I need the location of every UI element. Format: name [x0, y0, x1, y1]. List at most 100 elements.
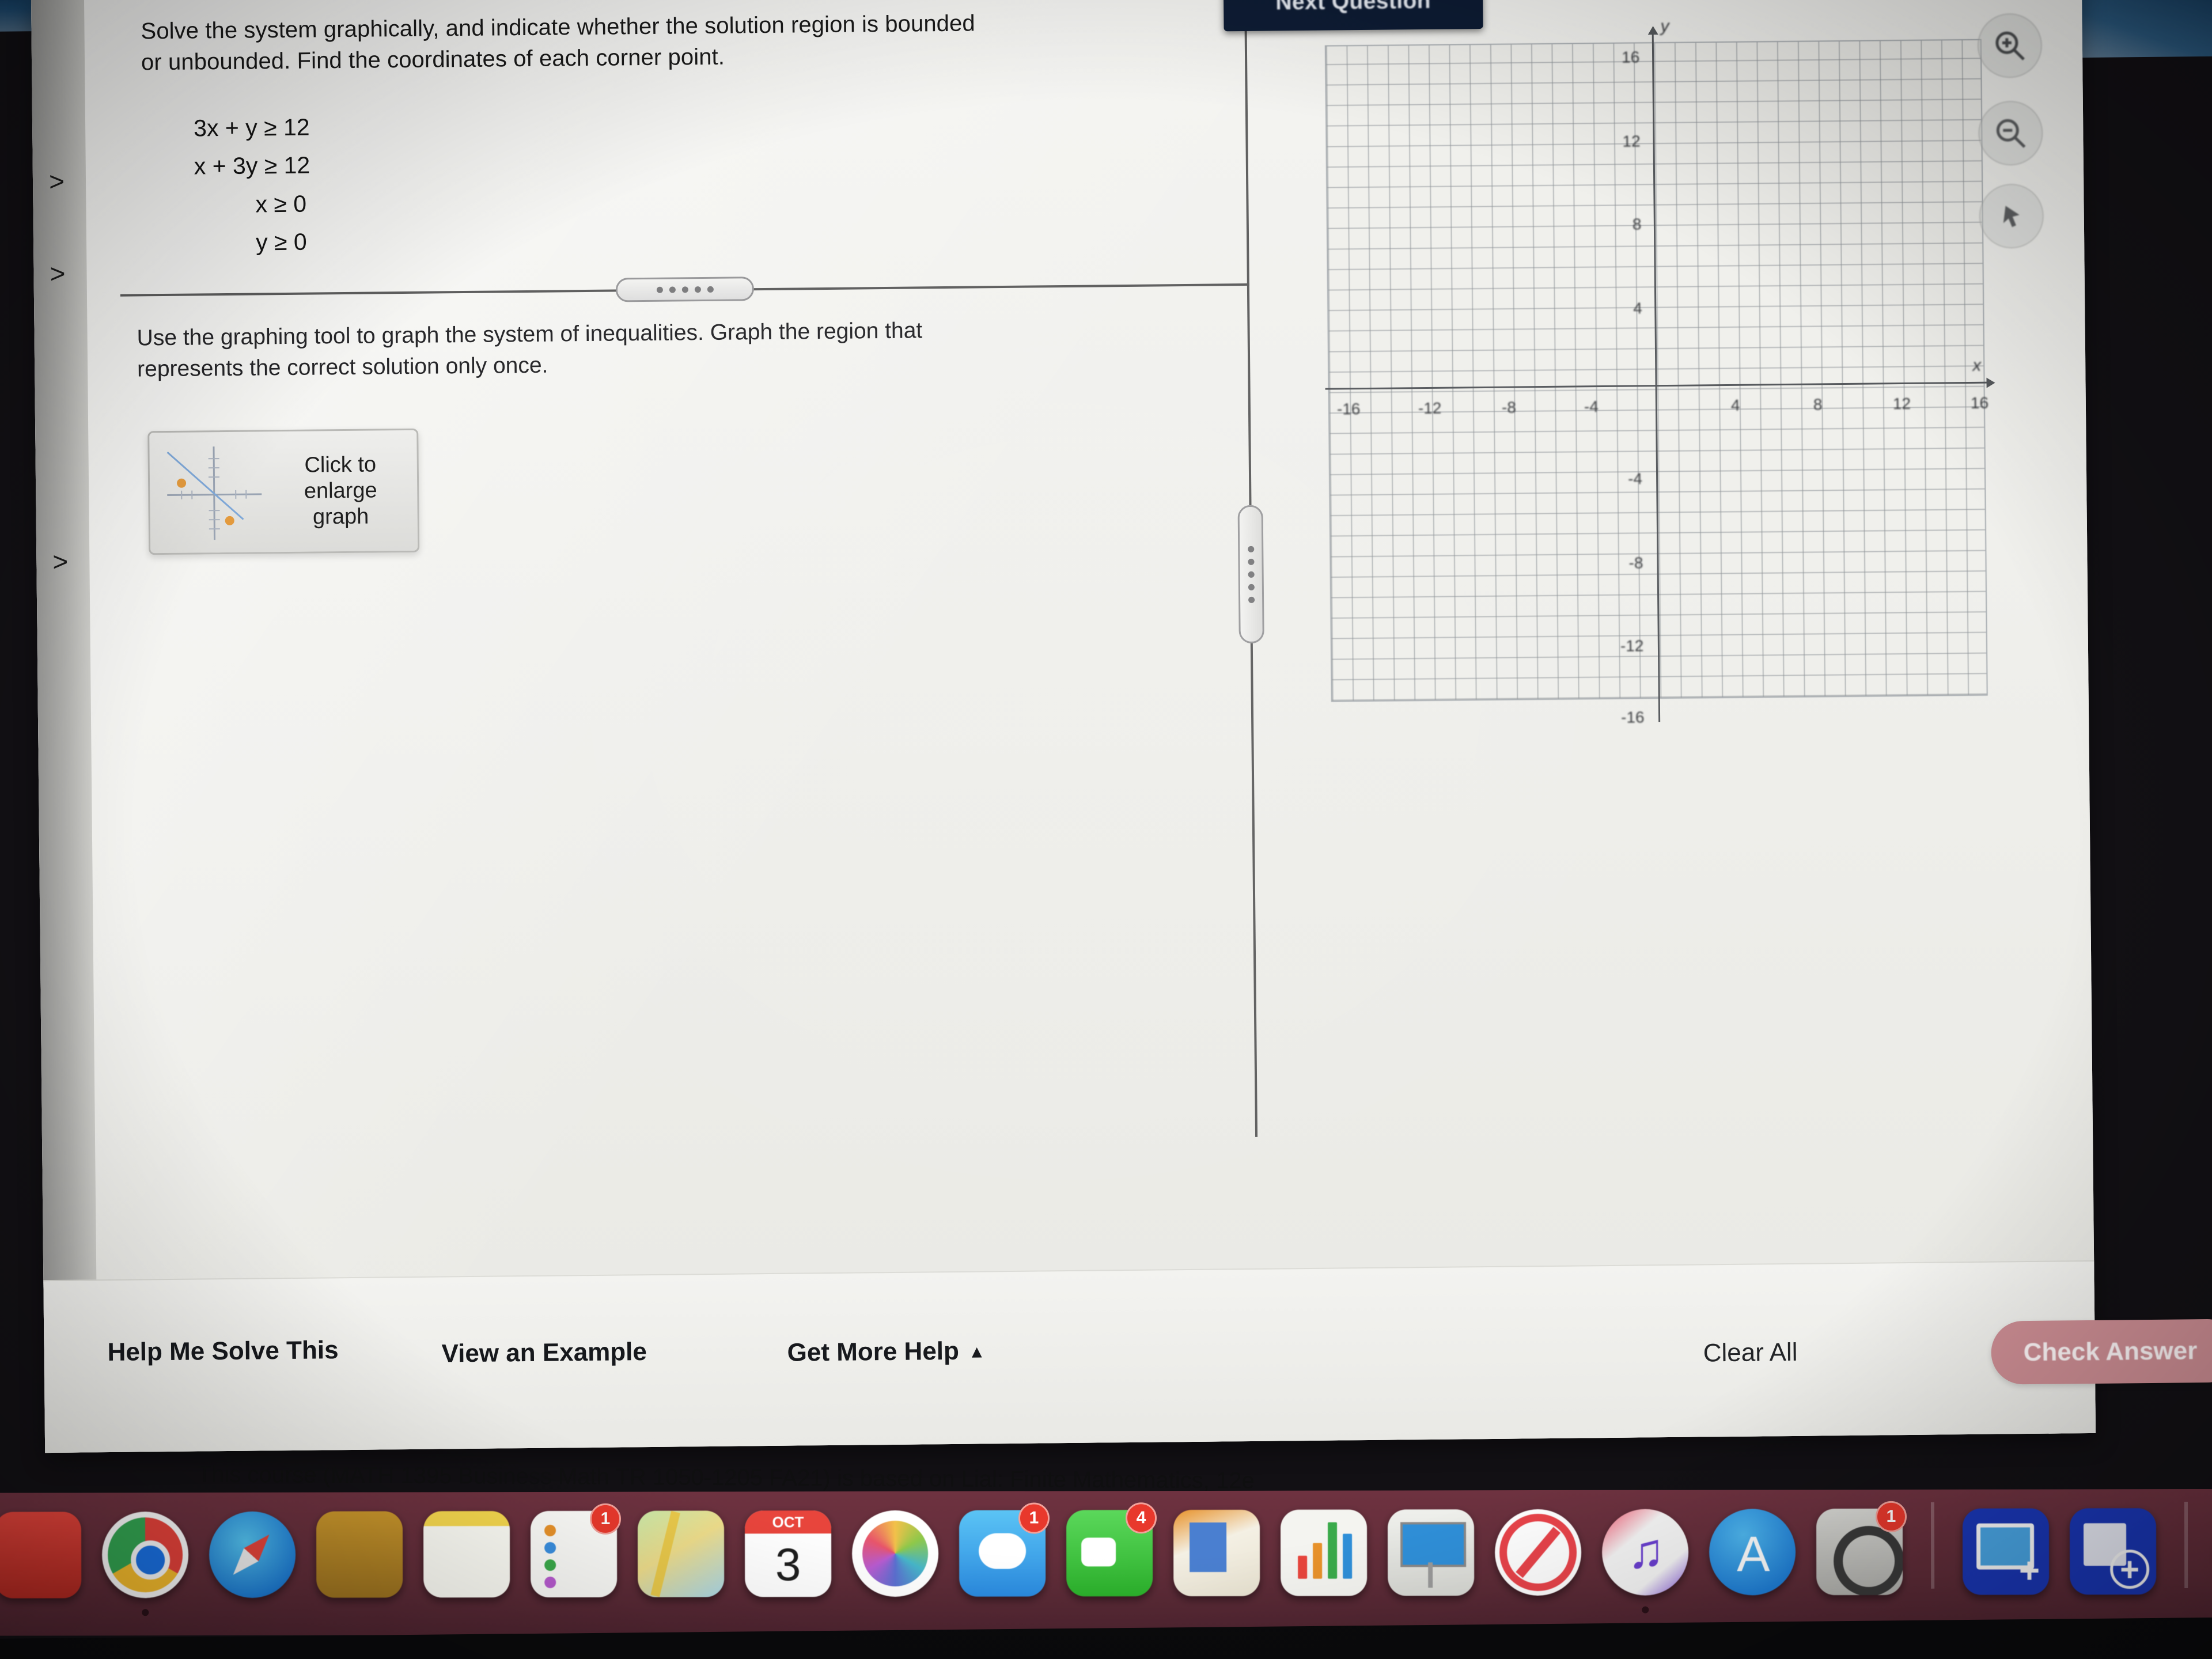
system-of-inequalities: 3x + y ≥ 12 x + 3y ≥ 12 x ≥ 0 y ≥ 0 [194, 108, 311, 263]
graphing-instruction: Use the graphing tool to graph the syste… [137, 312, 1232, 385]
y-axis-arrow [1647, 26, 1658, 35]
zoom-out-icon[interactable] [1978, 100, 2043, 166]
horizontal-splitter-handle[interactable] [615, 276, 755, 302]
question-prompt-line-1: Solve the system graphically, and indica… [141, 10, 975, 44]
numbers-icon [1280, 1509, 1368, 1596]
dock-item-contacts[interactable] [311, 1506, 408, 1603]
calendar-day-label: 3 [775, 1539, 801, 1590]
dock-item-pages[interactable] [1168, 1505, 1265, 1601]
dock-item-app-store[interactable] [1704, 1503, 1801, 1600]
dock-separator [2184, 1502, 2188, 1589]
x-axis-name-label: x [1972, 355, 1982, 375]
splitter-dot [669, 286, 676, 293]
graphing-tool-canvas[interactable]: y x -16 -12 -8 -4 4 8 12 16 16 12 8 4 -4… [1322, 17, 1997, 726]
zoom-in-icon[interactable] [1977, 13, 2043, 78]
clear-all-button[interactable]: Clear All [1703, 1338, 1797, 1368]
gutter-chevron-3[interactable]: > [52, 547, 68, 577]
y-axis-name-label: y [1660, 16, 1669, 36]
x-tick-label: -12 [1418, 399, 1442, 418]
enlarge-label-line-3: graph [312, 504, 369, 529]
dock-item-reminders[interactable]: 1 [525, 1503, 622, 1603]
check-answer-label: Check Answer [2023, 1336, 2198, 1367]
mini-graph-thumbnail-icon [157, 440, 271, 545]
news-icon [1494, 1509, 1582, 1596]
check-answer-button[interactable]: Check Answer [1991, 1319, 2212, 1385]
dock-badge: 1 [1875, 1501, 1907, 1532]
gutter-chevron-1[interactable]: > [49, 166, 65, 196]
mini-tick [209, 518, 220, 520]
dock-item-photos[interactable] [847, 1505, 944, 1602]
x-tick-label: 16 [1970, 393, 1989, 412]
dock-item-numbers[interactable] [1275, 1505, 1372, 1601]
contacts-icon [316, 1511, 403, 1598]
dock-item-chrome[interactable] [97, 1506, 194, 1616]
dock-item-safari[interactable] [204, 1506, 301, 1603]
app-running-indicator [142, 1609, 149, 1616]
splitter-dot [1248, 571, 1255, 578]
laptop-screen: > > > Solve the system graphically, and … [0, 0, 2212, 1659]
pages-icon [1173, 1509, 1260, 1597]
splitter-dot [1248, 596, 1255, 603]
get-more-help-button[interactable]: Get More Help ▲ [787, 1336, 985, 1367]
y-tick-label: 12 [1622, 132, 1641, 150]
dock-item-facetime[interactable]: 4 [1061, 1502, 1158, 1601]
reminder-dot [544, 1559, 556, 1571]
dock-item-calendar[interactable]: OCT 3 [740, 1505, 836, 1602]
instruction-line-2: represents the correct solution only onc… [137, 353, 548, 382]
mini-tick [208, 467, 219, 468]
enlarge-label-line-2: enlarge [304, 478, 377, 503]
gutter-chevron-2[interactable]: > [50, 259, 65, 289]
dock-item-zoom-invite[interactable] [2065, 1503, 2161, 1600]
x-axis-arrow [1986, 377, 1995, 388]
safari-icon [209, 1511, 296, 1599]
pointer-tool-icon[interactable] [1979, 183, 2044, 249]
dock-item-zoom-share[interactable] [1957, 1503, 2054, 1600]
click-to-enlarge-graph-button[interactable]: Click to enlarge graph [147, 428, 420, 555]
dock-item-keynote[interactable] [1382, 1504, 1479, 1601]
question-prompt-line-2: or unbounded. Find the coordinates of ea… [141, 44, 725, 75]
reminder-dot [544, 1524, 556, 1537]
splitter-dot [694, 286, 701, 293]
dock-badge: 4 [1125, 1502, 1157, 1534]
x-tick-label: 8 [1813, 395, 1823, 414]
dock-item-partial[interactable] [0, 1506, 86, 1603]
enlarge-button-label: Click to enlarge graph [271, 452, 418, 531]
y-tick-label: 8 [1632, 215, 1642, 233]
help-me-solve-this-button[interactable]: Help Me Solve This [107, 1336, 338, 1367]
dock-badge: 1 [589, 1503, 622, 1535]
maps-icon [637, 1510, 725, 1597]
mini-tick [208, 457, 219, 459]
appstore-icon [1709, 1509, 1796, 1596]
dock-item-maps[interactable] [632, 1505, 729, 1602]
dock-item-notes[interactable] [418, 1506, 515, 1603]
mini-tick [245, 490, 247, 499]
dock-items-row: 1 OCT 3 1 4 1 [0, 1490, 2212, 1616]
next-question-button[interactable]: Next Question [1223, 0, 1483, 32]
inequality-3: x ≥ 0 [255, 190, 307, 218]
dock-separator [1930, 1502, 1935, 1589]
view-an-example-button[interactable]: View an Example [441, 1338, 647, 1368]
next-question-label: Next Question [1275, 0, 1431, 15]
y-tick-label: -8 [1628, 554, 1643, 572]
mini-tick [235, 490, 237, 499]
vertical-splitter-handle[interactable] [1237, 505, 1264, 644]
x-tick-label: 12 [1892, 394, 1911, 413]
splitter-dot [681, 286, 688, 293]
mini-tick [191, 490, 193, 499]
dock-item-news[interactable] [1490, 1504, 1586, 1601]
dock-item-messages[interactable]: 1 [954, 1502, 1051, 1601]
zoom1-icon [1962, 1508, 2050, 1595]
y-tick-label: 4 [1633, 299, 1643, 317]
cal-icon: OCT 3 [744, 1510, 832, 1597]
caret-up-icon: ▲ [968, 1342, 986, 1362]
inequality-4: y ≥ 0 [255, 228, 307, 256]
mini-tick [209, 528, 220, 529]
x-tick-label: -16 [1336, 400, 1361, 418]
y-tick-label: 16 [1621, 48, 1640, 66]
dock-item-itunes[interactable] [1597, 1504, 1694, 1613]
dock-item-system-preferences[interactable]: 1 [1811, 1501, 1908, 1600]
numbers-bar [1328, 1522, 1338, 1579]
calendar-month-label: OCT [744, 1510, 832, 1534]
mini-tick [208, 476, 219, 478]
macos-dock: 1 OCT 3 1 4 1 [0, 1488, 2212, 1636]
